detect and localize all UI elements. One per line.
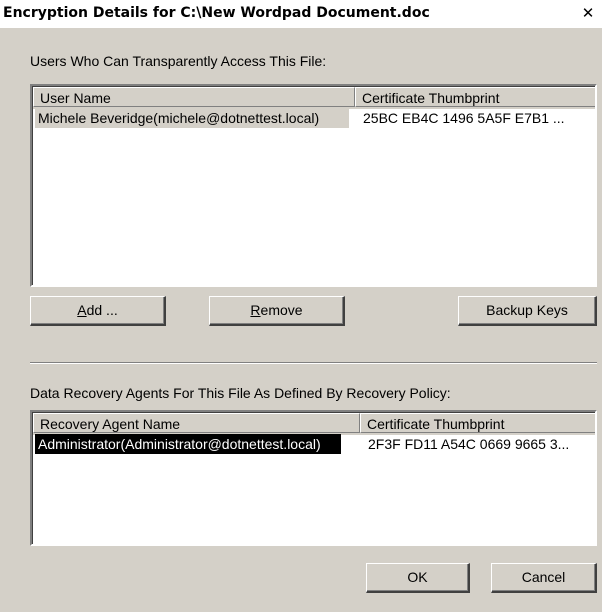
user-name-cell: Michele Beveridge(michele@dotnettest.loc… [35, 108, 349, 128]
users-listview[interactable]: User Name Certificate Thumbprint Michele… [30, 84, 597, 287]
recovery-agents-listview[interactable]: Recovery Agent Name Certificate Thumbpri… [30, 410, 597, 546]
add-button-mnemonic: A [77, 302, 87, 318]
column-header-certificate-thumbprint[interactable]: Certificate Thumbprint [355, 87, 595, 107]
section-separator [30, 362, 597, 364]
user-thumbprint-cell: 25BC EB4C 1496 5A5F E7B1 ... [363, 110, 565, 126]
users-list-header: User Name Certificate Thumbprint [33, 87, 595, 109]
remove-button-label: emove [260, 302, 303, 318]
list-item[interactable]: Administrator(Administrator@dotnettest.l… [33, 434, 595, 454]
close-icon[interactable]: ✕ [578, 3, 598, 23]
remove-button[interactable]: Remove [209, 296, 345, 326]
column-header-recovery-certificate-thumbprint[interactable]: Certificate Thumbprint [360, 413, 595, 433]
ok-button[interactable]: OK [366, 563, 470, 593]
title-bar[interactable]: Encryption Details for C:\New Wordpad Do… [0, 0, 602, 28]
add-button[interactable]: Add ... [30, 296, 166, 326]
backup-keys-button[interactable]: Backup Keys [458, 296, 597, 326]
add-button-label: dd ... [86, 302, 118, 318]
recovery-list-header: Recovery Agent Name Certificate Thumbpri… [33, 413, 595, 435]
recovery-section-label: Data Recovery Agents For This File As De… [30, 385, 451, 401]
recovery-agent-thumbprint-cell: 2F3F FD11 A54C 0669 9665 3... [368, 436, 570, 452]
list-item[interactable]: Michele Beveridge(michele@dotnettest.loc… [33, 108, 595, 128]
remove-button-mnemonic: R [250, 302, 261, 318]
recovery-agent-name-cell: Administrator(Administrator@dotnettest.l… [35, 434, 341, 454]
users-section-label: Users Who Can Transparently Access This … [30, 53, 327, 69]
column-header-user-name[interactable]: User Name [33, 87, 355, 107]
encryption-details-dialog: Encryption Details for C:\New Wordpad Do… [0, 0, 602, 612]
window-title: Encryption Details for C:\New Wordpad Do… [3, 5, 430, 21]
column-header-recovery-agent-name[interactable]: Recovery Agent Name [33, 413, 360, 433]
cancel-button[interactable]: Cancel [491, 563, 597, 593]
